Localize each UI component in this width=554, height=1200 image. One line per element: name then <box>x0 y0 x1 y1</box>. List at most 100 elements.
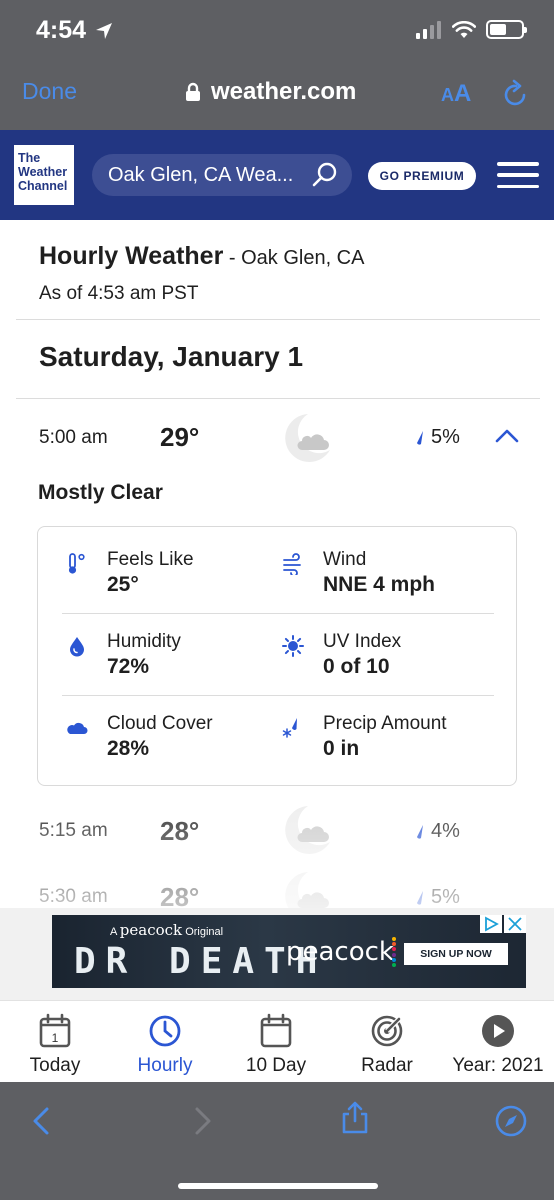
detail-label: Humidity <box>107 631 181 652</box>
as-of-timestamp: As of 4:53 am PST <box>39 283 199 304</box>
peacock-dots-icon <box>392 937 396 967</box>
nav-radar[interactable]: Radar <box>332 1001 442 1083</box>
cloud-icon <box>67 722 88 734</box>
adchoices-icon[interactable] <box>480 915 502 933</box>
lock-icon <box>186 82 200 101</box>
humidity-drop-icon <box>70 637 84 657</box>
hour-precip: 5% <box>415 426 460 449</box>
status-icons <box>416 20 527 39</box>
detail-value: NNE 4 mph <box>323 573 436 596</box>
ad-top-prefix: A <box>110 926 120 938</box>
nav-label: Today <box>29 1055 81 1076</box>
aa-large: A <box>454 80 472 107</box>
safari-address-bar: Done weather.com AA <box>0 64 554 130</box>
radar-icon <box>371 1015 403 1047</box>
main-content: Hourly Weather - Oak Glen, CA As of 4:53… <box>0 220 554 1000</box>
detail-label: UV Index <box>323 631 402 652</box>
location-search-input[interactable]: Oak Glen, CA Wea... <box>92 154 352 196</box>
detail-value: 0 in <box>323 737 360 760</box>
ad-sign-up-button[interactable]: SIGN UP NOW <box>404 943 508 965</box>
detail-value: 0 of 10 <box>323 655 390 678</box>
search-icon[interactable] <box>312 162 338 188</box>
twc-logo[interactable]: The Weather Channel <box>14 145 74 205</box>
hour-time: 5:15 am <box>39 820 108 841</box>
bottom-nav: 1 Today Hourly 10 Day Radar Year: 2021 <box>0 1000 554 1082</box>
ad-container: A peacock Original DR DEATH peacock SIGN… <box>0 908 554 1000</box>
nav-label: Hourly <box>137 1055 193 1076</box>
nav-10-day[interactable]: 10 Day <box>220 1001 332 1083</box>
condition-text: Mostly Clear <box>38 481 163 504</box>
done-button[interactable]: Done <box>22 78 77 105</box>
detail-label: Cloud Cover <box>107 713 213 734</box>
detail-value: 72% <box>107 655 150 678</box>
clock-icon <box>149 1015 181 1047</box>
calendar-day-icon: 1 <box>39 1013 71 1048</box>
compass-icon[interactable] <box>494 1104 528 1138</box>
nav-today[interactable]: 1 Today <box>0 1001 110 1083</box>
detail-label: Wind <box>323 549 367 570</box>
raindrop-icon <box>417 430 423 445</box>
detail-value: 25° <box>107 573 139 596</box>
status-time: 4:54 <box>36 16 114 45</box>
detail-value: 28% <box>107 737 150 760</box>
wifi-icon <box>452 20 476 38</box>
moon-cloud-icon <box>285 806 330 854</box>
aa-small: A <box>441 85 454 105</box>
precip-chance: 5% <box>431 426 460 448</box>
battery-icon <box>486 20 527 39</box>
cellular-signal-icon <box>416 20 441 39</box>
hour-precip: 5% <box>415 886 460 909</box>
precip-chance: 4% <box>431 820 460 842</box>
home-indicator <box>178 1183 378 1189</box>
site-header: The Weather Channel Oak Glen, CA Wea... … <box>0 130 554 220</box>
detail-label: Feels Like <box>107 549 194 570</box>
hour-row-expanded[interactable]: 5:00 am 29° 5% <box>0 408 554 468</box>
ad-top-line: A peacock Original <box>110 921 223 939</box>
page-title: Hourly Weather - Oak Glen, CA <box>39 242 364 271</box>
close-icon[interactable] <box>504 915 526 933</box>
wind-icon <box>283 553 301 575</box>
play-icon <box>482 1015 514 1047</box>
nav-label: Radar <box>361 1055 413 1076</box>
clock-text: 4:54 <box>36 16 87 44</box>
nav-label: 10 Day <box>245 1055 307 1076</box>
go-premium-button[interactable]: GO PREMIUM <box>368 162 476 190</box>
logo-line: Weather <box>18 165 68 179</box>
precip-chance: 5% <box>431 886 460 908</box>
moon-cloud-icon <box>285 414 330 462</box>
ad-top-suffix: Original <box>182 926 224 938</box>
divider <box>62 613 494 614</box>
logo-line: The <box>18 151 41 165</box>
nav-hourly[interactable]: Hourly <box>110 1001 220 1083</box>
forward-icon[interactable] <box>184 1104 218 1138</box>
raindrop-icon <box>417 890 423 905</box>
calendar-icon <box>260 1013 292 1048</box>
page-title-location: - Oak Glen, CA <box>223 247 365 269</box>
top-chrome: 4:54 Done weather.com AA <box>0 0 554 130</box>
ad-top-brand: peacock <box>119 921 183 939</box>
text-size-button[interactable]: AA <box>441 80 471 108</box>
divider <box>16 398 540 399</box>
hour-precip: 4% <box>415 820 460 843</box>
ad-brand: peacock <box>286 937 394 967</box>
nav-year-2021[interactable]: Year: 2021 <box>442 1001 554 1083</box>
divider <box>16 319 540 320</box>
hour-time: 5:00 am <box>39 427 108 448</box>
detail-label: Precip Amount <box>323 713 447 734</box>
hamburger-menu-icon[interactable] <box>497 162 539 188</box>
url-field[interactable]: weather.com <box>185 78 356 106</box>
uv-sun-icon <box>282 635 304 657</box>
raindrop-icon <box>417 824 423 839</box>
back-icon[interactable] <box>26 1104 60 1138</box>
share-icon[interactable] <box>338 1100 372 1134</box>
ad-banner[interactable]: A peacock Original DR DEATH peacock SIGN… <box>52 915 526 988</box>
hour-time: 5:30 am <box>39 886 108 907</box>
chevron-up-icon[interactable] <box>494 428 520 444</box>
reload-icon[interactable] <box>500 79 530 109</box>
logo-line: Channel <box>18 179 68 193</box>
hour-temp: 29° <box>160 422 200 452</box>
calendar-day-number: 1 <box>52 1031 59 1045</box>
hour-temp: 28° <box>160 816 200 846</box>
divider <box>62 695 494 696</box>
hour-row[interactable]: 5:15 am 28° 4% <box>0 800 554 860</box>
